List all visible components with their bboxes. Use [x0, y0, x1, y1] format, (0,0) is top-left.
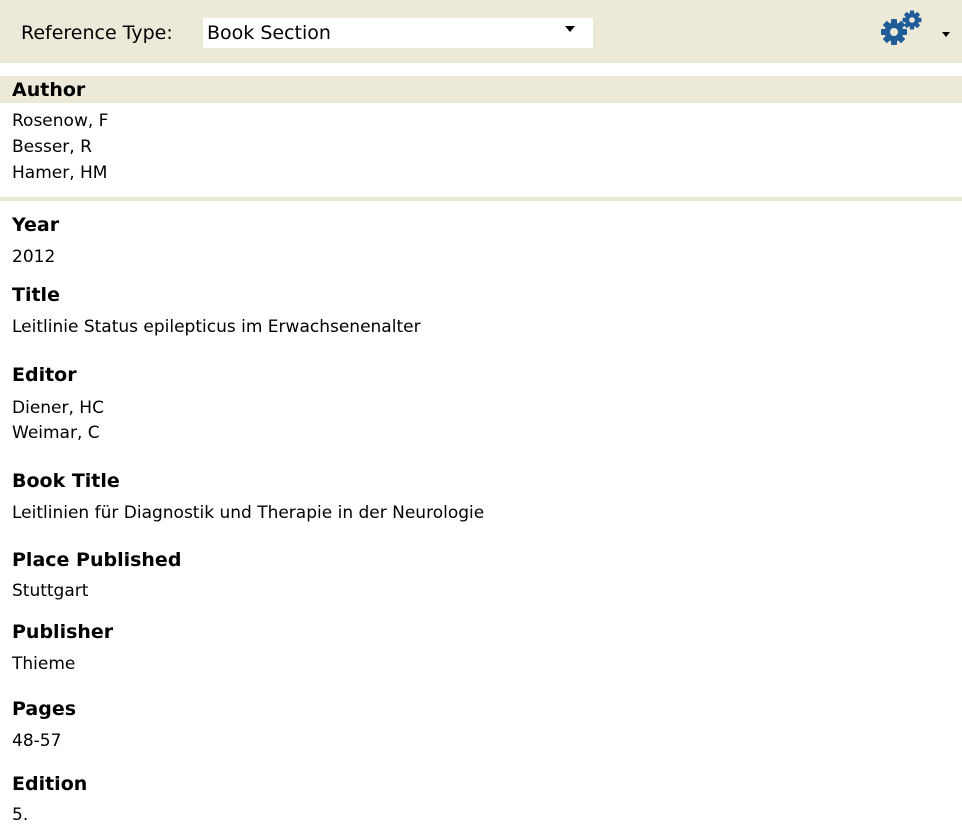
publisher-label: Publisher	[12, 621, 114, 643]
edition-label: Edition	[12, 773, 88, 795]
author-label: Author	[12, 79, 86, 101]
pages-label: Pages	[12, 698, 77, 720]
author-divider	[0, 197, 962, 201]
editor-value-2[interactable]: Weimar, C	[12, 421, 100, 445]
author-value-3[interactable]: Hamer, HM	[12, 161, 107, 185]
gears-icon	[881, 10, 922, 45]
chevron-down-icon[interactable]	[565, 26, 575, 32]
edition-value[interactable]: 5.	[12, 803, 28, 827]
title-label: Title	[12, 284, 60, 306]
book-title-label: Book Title	[12, 470, 120, 492]
editor-value-1[interactable]: Diener, HC	[12, 396, 104, 420]
year-value[interactable]: 2012	[12, 245, 55, 269]
year-label: Year	[12, 214, 60, 236]
author-header	[0, 76, 962, 103]
title-value[interactable]: Leitlinie Status epilepticus im Erwachse…	[12, 315, 421, 339]
reference-type-select[interactable]: Book Section	[203, 18, 593, 48]
author-value-2[interactable]: Besser, R	[12, 135, 92, 159]
pages-value[interactable]: 48-57	[12, 729, 61, 753]
chevron-down-icon	[942, 32, 950, 37]
publisher-value[interactable]: Thieme	[12, 652, 75, 676]
editor-label: Editor	[12, 364, 77, 386]
author-value-1[interactable]: Rosenow, F	[12, 109, 108, 133]
settings-menu-button[interactable]	[876, 8, 962, 52]
author-field[interactable]: Author Rosenow, F Besser, R Hamer, HM	[0, 76, 962, 201]
reference-type-label: Reference Type:	[21, 22, 173, 44]
place-published-label: Place Published	[12, 549, 182, 571]
reference-type-value: Book Section	[207, 22, 331, 44]
reference-toolbar: Reference Type: Book Section	[0, 0, 962, 63]
book-title-value[interactable]: Leitlinien für Diagnostik und Therapie i…	[12, 501, 484, 525]
place-published-value[interactable]: Stuttgart	[12, 579, 88, 603]
